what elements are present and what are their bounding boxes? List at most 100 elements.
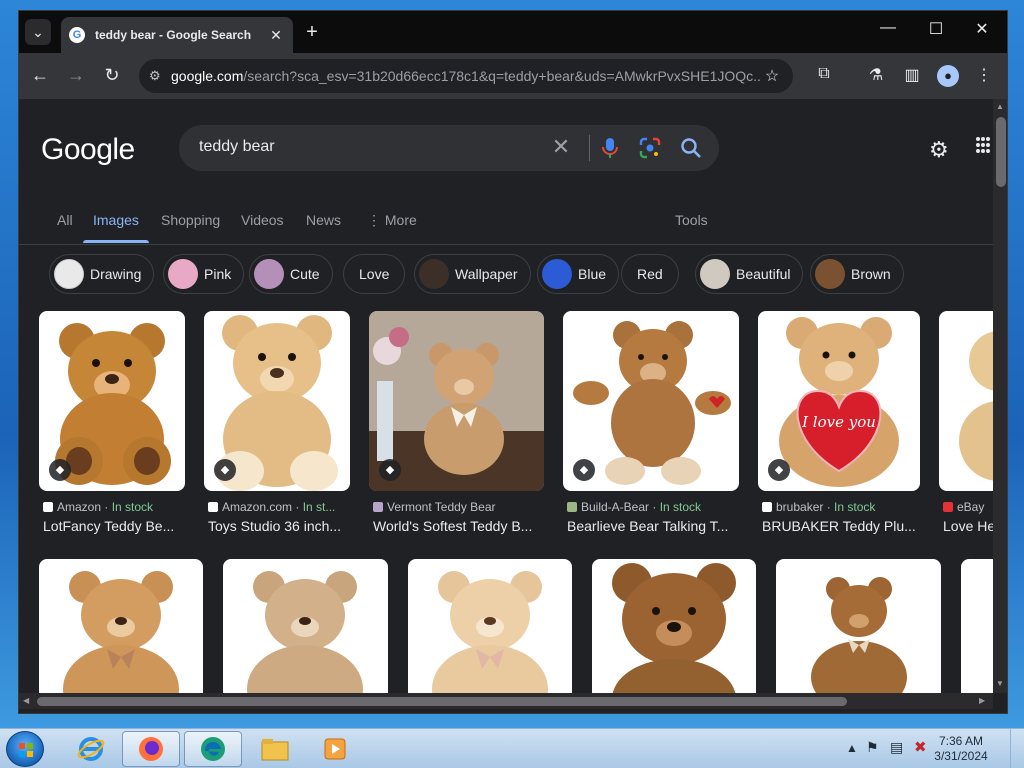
- maximize-button[interactable]: ☐: [913, 19, 959, 39]
- result-image[interactable]: [223, 559, 388, 693]
- google-apps-icon[interactable]: [976, 137, 990, 157]
- result-image[interactable]: I love you ◆: [758, 311, 920, 491]
- scroll-left-arrow-icon[interactable]: ◀: [23, 696, 29, 705]
- search-box[interactable]: teddy bear ✕: [179, 125, 719, 171]
- horizontal-scrollbar[interactable]: ◀ ▶: [19, 693, 993, 709]
- menu-kebab-icon[interactable]: ⋮: [973, 65, 995, 85]
- result-image[interactable]: ◆: [39, 311, 185, 491]
- result-title[interactable]: World's Softest Teddy B...: [373, 518, 548, 534]
- search-icon[interactable]: [679, 136, 703, 160]
- back-button[interactable]: ←: [29, 65, 51, 86]
- image-result[interactable]: ◆ Amazon · In stock LotFancy Teddy Be...: [39, 311, 185, 541]
- image-result[interactable]: [592, 559, 756, 693]
- result-image[interactable]: ◆: [563, 311, 739, 491]
- result-image[interactable]: [776, 559, 941, 693]
- firefox-taskbar-icon[interactable]: [122, 731, 180, 767]
- result-source[interactable]: Vermont Teddy Bear: [373, 500, 548, 514]
- tab-active[interactable]: G teddy bear - Google Search ✕: [61, 17, 293, 53]
- image-result[interactable]: [776, 559, 941, 693]
- search-input[interactable]: teddy bear: [199, 138, 275, 156]
- result-image[interactable]: [592, 559, 756, 693]
- result-image[interactable]: ◆: [204, 311, 350, 491]
- labs-flask-icon[interactable]: ⚗: [865, 65, 887, 85]
- tab-more[interactable]: ⋮ More: [367, 212, 417, 229]
- image-result[interactable]: [223, 559, 388, 693]
- chip-red[interactable]: Red: [621, 254, 679, 294]
- bookmark-star-icon[interactable]: ☆: [761, 66, 783, 86]
- result-source[interactable]: Amazon · In stock: [43, 500, 189, 514]
- chip-pink[interactable]: Pink: [163, 254, 245, 294]
- address-bar[interactable]: ⚙ google.com/search?sca_esv=31b20d66ecc1…: [139, 59, 793, 93]
- show-hidden-icons-arrow[interactable]: ▲: [846, 741, 858, 755]
- chip-drawing[interactable]: Drawing: [49, 254, 155, 294]
- result-title[interactable]: LotFancy Teddy Be...: [43, 518, 189, 534]
- image-result[interactable]: ◆ Build-A-Bear · In stock Bearlieve Bear…: [563, 311, 739, 541]
- site-info-icon[interactable]: ⚙: [149, 68, 171, 84]
- url-text[interactable]: google.com/search?sca_esv=31b20d66ecc178…: [171, 68, 761, 84]
- tools-button[interactable]: Tools: [675, 212, 708, 228]
- tab-images[interactable]: Images: [83, 212, 149, 243]
- scroll-up-arrow-icon[interactable]: ▲: [996, 102, 1004, 111]
- result-image[interactable]: [939, 311, 993, 491]
- image-result[interactable]: [39, 559, 203, 693]
- system-clock[interactable]: 7:36 AM 3/31/2024: [924, 734, 998, 764]
- clear-search-icon[interactable]: ✕: [549, 134, 573, 160]
- vertical-scrollbar[interactable]: ▲ ▼: [993, 99, 1007, 693]
- minimize-button[interactable]: —: [865, 19, 911, 37]
- edge-taskbar-icon[interactable]: [184, 731, 242, 767]
- chip-beautiful[interactable]: Beautiful: [695, 254, 804, 294]
- scroll-down-arrow-icon[interactable]: ▼: [996, 679, 1004, 688]
- image-result[interactable]: [961, 559, 993, 693]
- action-center-flag-icon[interactable]: ⚑: [866, 739, 879, 756]
- image-result[interactable]: ◆ Amazon.com · In st... Toys Studio 36 i…: [204, 311, 350, 541]
- start-button[interactable]: [6, 731, 44, 767]
- tab-news[interactable]: News: [306, 212, 341, 228]
- extensions-icon[interactable]: ⧉: [813, 65, 835, 83]
- reload-button[interactable]: ↻: [101, 65, 123, 86]
- tab-all[interactable]: All: [57, 212, 73, 228]
- result-image[interactable]: ◆: [369, 311, 544, 491]
- vertical-scroll-thumb[interactable]: [996, 117, 1006, 187]
- chip-wallpaper[interactable]: Wallpaper: [414, 254, 531, 294]
- show-desktop-button[interactable]: [1010, 729, 1024, 768]
- new-tab-button[interactable]: +: [301, 21, 323, 44]
- settings-gear-icon[interactable]: ⚙: [929, 137, 949, 163]
- file-explorer-taskbar-icon[interactable]: [246, 731, 304, 767]
- voice-search-icon[interactable]: [599, 136, 621, 160]
- image-result[interactable]: I love you ◆ brubaker · In stock BRUBAKE…: [758, 311, 920, 541]
- forward-button[interactable]: →: [65, 65, 87, 86]
- google-lens-icon[interactable]: [639, 137, 661, 159]
- result-source[interactable]: eBay: [943, 500, 993, 514]
- image-result[interactable]: eBay Love He...: [939, 311, 993, 541]
- tab-videos[interactable]: Videos: [241, 212, 284, 228]
- result-title[interactable]: Love He...: [943, 518, 993, 534]
- result-source[interactable]: Amazon.com · In st...: [208, 500, 354, 514]
- result-title[interactable]: Bearlieve Bear Talking T...: [567, 518, 743, 534]
- result-image[interactable]: [961, 559, 993, 693]
- media-player-taskbar-icon[interactable]: [306, 731, 364, 767]
- chip-cute[interactable]: Cute: [249, 254, 333, 294]
- result-image[interactable]: [39, 559, 203, 693]
- chip-blue[interactable]: Blue: [537, 254, 620, 294]
- profile-avatar-icon[interactable]: ●: [937, 65, 959, 87]
- result-title[interactable]: BRUBAKER Teddy Plu...: [762, 518, 924, 534]
- image-result[interactable]: [408, 559, 572, 693]
- product-tag-icon: ◆: [768, 459, 790, 481]
- chip-love[interactable]: Love: [343, 254, 406, 294]
- internet-explorer-taskbar-icon[interactable]: [62, 731, 120, 767]
- tab-search-button[interactable]: ⌄: [25, 19, 51, 45]
- image-result[interactable]: ◆ Vermont Teddy Bear World's Softest Ted…: [369, 311, 544, 541]
- google-logo[interactable]: Google: [41, 133, 135, 167]
- tab-shopping[interactable]: Shopping: [161, 212, 220, 228]
- chip-brown[interactable]: Brown: [810, 254, 904, 294]
- result-source[interactable]: brubaker · In stock: [762, 500, 924, 514]
- scroll-right-arrow-icon[interactable]: ▶: [979, 696, 985, 705]
- network-icon[interactable]: ▤: [890, 739, 903, 756]
- tab-close-icon[interactable]: ✕: [267, 27, 285, 44]
- result-source[interactable]: Build-A-Bear · In stock: [567, 500, 743, 514]
- close-window-button[interactable]: ✕: [959, 19, 1005, 39]
- horizontal-scroll-thumb[interactable]: [37, 697, 847, 706]
- result-title[interactable]: Toys Studio 36 inch...: [208, 518, 354, 534]
- result-image[interactable]: [408, 559, 572, 693]
- side-panel-icon[interactable]: ▥: [901, 65, 923, 85]
